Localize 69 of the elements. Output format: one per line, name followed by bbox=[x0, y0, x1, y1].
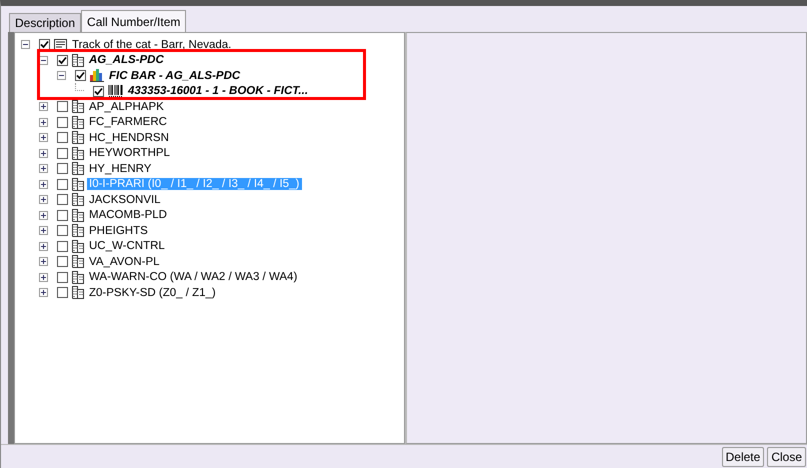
expand-icon[interactable] bbox=[39, 180, 48, 189]
checkbox[interactable] bbox=[57, 256, 68, 268]
tab[interactable]: Description bbox=[9, 13, 82, 32]
expand-icon[interactable] bbox=[39, 102, 48, 112]
expand-icon[interactable] bbox=[39, 226, 48, 236]
building-icon bbox=[72, 286, 84, 300]
building-icon bbox=[72, 208, 84, 222]
tree-item[interactable]: AP_ALPHAPK bbox=[87, 100, 166, 113]
checkbox[interactable] bbox=[57, 178, 68, 190]
building-icon bbox=[72, 131, 84, 144]
collapse-icon[interactable] bbox=[57, 71, 66, 80]
tree-item[interactable]: 433353-16001 - 1 - BOOK - FICT... bbox=[126, 85, 310, 98]
checkbox[interactable] bbox=[57, 272, 68, 283]
checkbox[interactable] bbox=[57, 54, 68, 66]
checkbox[interactable] bbox=[93, 86, 104, 97]
checkbox[interactable] bbox=[57, 240, 68, 252]
barcode-icon bbox=[108, 85, 123, 98]
building-icon bbox=[72, 178, 84, 191]
dialog-button[interactable]: Close bbox=[767, 446, 806, 466]
expand-icon[interactable] bbox=[39, 242, 48, 251]
expand-icon[interactable] bbox=[39, 164, 48, 174]
building-icon bbox=[72, 270, 84, 284]
tree-item[interactable]: MACOMB-PLD bbox=[87, 209, 169, 222]
tree-item[interactable]: Track of the cat - Barr, Nevada. bbox=[70, 38, 234, 51]
expand-icon[interactable] bbox=[39, 133, 48, 142]
checkbox[interactable] bbox=[57, 132, 68, 144]
checkbox[interactable] bbox=[57, 101, 68, 112]
tree-item[interactable]: FC_FARMERC bbox=[87, 116, 169, 128]
expand-icon[interactable] bbox=[39, 288, 48, 298]
checkbox[interactable] bbox=[57, 225, 68, 236]
building-icon bbox=[72, 100, 84, 114]
building-icon bbox=[72, 255, 84, 268]
dialog-button[interactable]: Delete bbox=[722, 446, 764, 466]
checkbox[interactable] bbox=[39, 39, 50, 50]
tree-item[interactable]: JACKSONVIL bbox=[87, 194, 163, 206]
tab[interactable]: Call Number/Item bbox=[81, 10, 186, 32]
building-icon bbox=[72, 116, 84, 129]
tree-item[interactable]: AG_ALS-PDC bbox=[87, 54, 166, 66]
expand-icon[interactable] bbox=[39, 257, 48, 266]
expand-icon[interactable] bbox=[39, 210, 48, 220]
checkbox[interactable] bbox=[57, 194, 68, 206]
expand-icon[interactable] bbox=[39, 272, 48, 282]
building-icon bbox=[72, 162, 84, 176]
expand-icon[interactable] bbox=[39, 148, 48, 158]
building-icon bbox=[72, 146, 84, 160]
checkbox[interactable] bbox=[57, 148, 68, 159]
building-icon bbox=[72, 54, 84, 67]
tree-item[interactable]: UC_W-CNTRL bbox=[87, 240, 167, 252]
books-icon bbox=[90, 69, 104, 82]
checkbox[interactable] bbox=[75, 70, 86, 82]
checkbox[interactable] bbox=[57, 163, 68, 174]
checkbox[interactable] bbox=[57, 287, 68, 298]
tree-item[interactable]: HEYWORTHPL bbox=[87, 147, 172, 160]
tree-item[interactable]: FIC BAR - AG_ALS-PDC bbox=[107, 70, 242, 82]
collapse-icon[interactable] bbox=[21, 40, 30, 50]
expand-icon[interactable] bbox=[39, 118, 48, 127]
building-icon bbox=[72, 193, 84, 206]
building-icon bbox=[72, 240, 84, 253]
tree-item[interactable]: PHEIGHTS bbox=[87, 224, 150, 237]
expand-icon[interactable] bbox=[39, 195, 48, 204]
checkbox[interactable] bbox=[57, 116, 68, 128]
checkbox[interactable] bbox=[57, 210, 68, 221]
tree-item[interactable]: WA-WARN-CO (WA / WA2 / WA3 / WA4) bbox=[87, 271, 300, 284]
tree-item[interactable]: VA_AVON-PL bbox=[87, 256, 162, 268]
record-icon bbox=[54, 39, 67, 50]
tree-item[interactable]: Z0-PSKY-SD (Z0_ / Z1_) bbox=[87, 286, 218, 299]
tree-item[interactable]: HY_HENRY bbox=[87, 162, 154, 175]
tree-item[interactable]: HC_HENDRSN bbox=[87, 132, 171, 144]
building-icon bbox=[72, 224, 84, 238]
